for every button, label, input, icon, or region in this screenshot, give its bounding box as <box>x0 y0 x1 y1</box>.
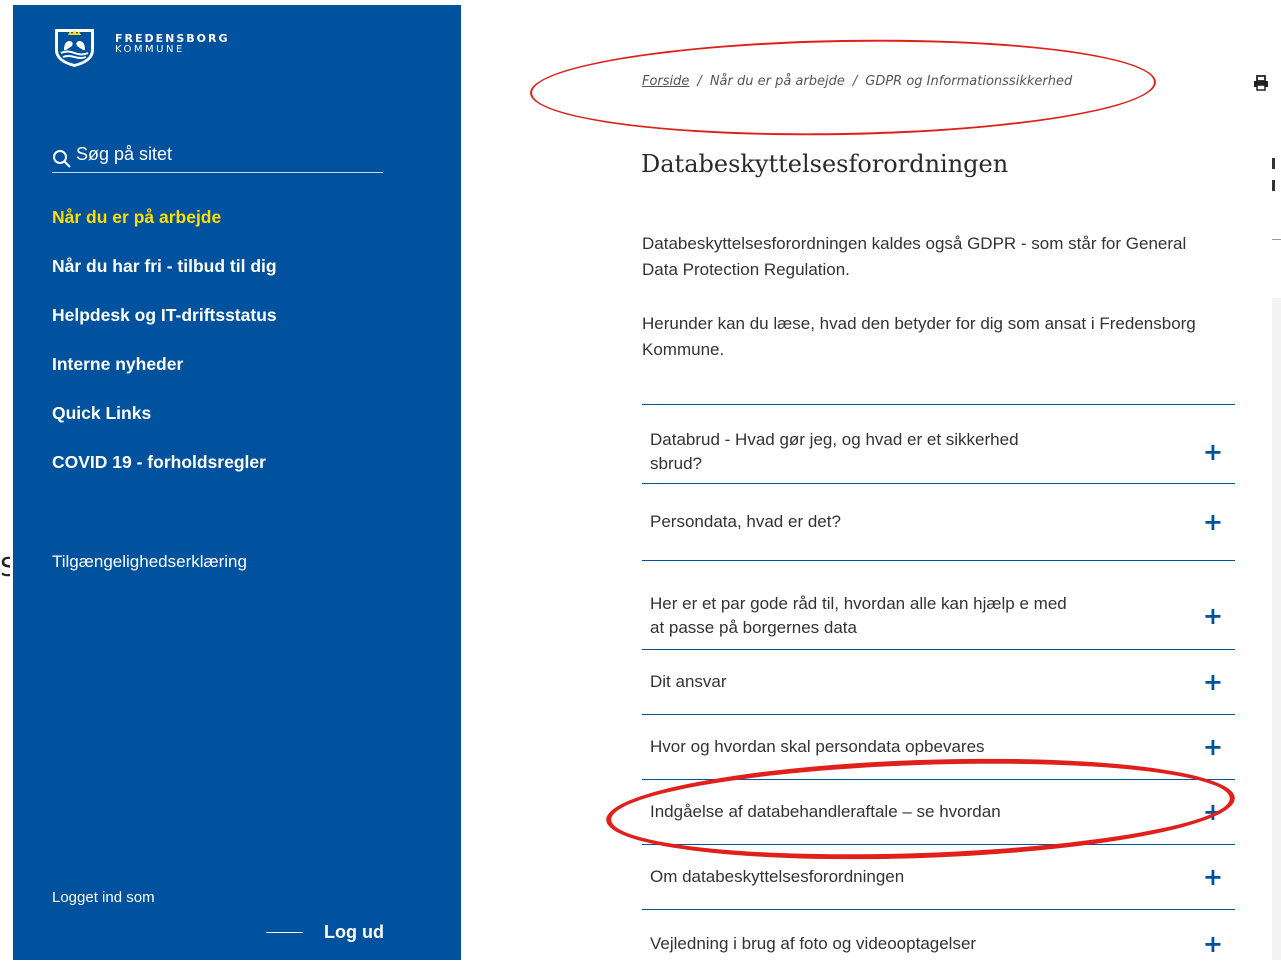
accordion-item[interactable]: Databrud - Hvad gør jeg, og hvad er et s… <box>642 405 1235 484</box>
accordion: Databrud - Hvad gør jeg, og hvad er et s… <box>642 404 1235 970</box>
accordion-item-label: Her er et par gode råd til, hvordan alle… <box>650 594 1067 637</box>
logo-text: FREDENSBORG KOMMUNE <box>115 33 230 55</box>
plus-icon[interactable]: + <box>1203 930 1223 958</box>
accessibility-link[interactable]: Tilgængelighedserklæring <box>52 552 247 572</box>
cropped-edge-glyph: S <box>0 553 10 583</box>
accordion-item[interactable]: Persondata, hvad er det? + <box>642 484 1235 561</box>
accordion-item[interactable]: Vejledning i brug af foto og videooptage… <box>642 910 1235 970</box>
logged-in-label: Logget ind som <box>52 889 155 906</box>
plus-icon[interactable]: + <box>1203 602 1223 630</box>
search-input[interactable]: Søg på sitet <box>52 143 383 173</box>
side-panel <box>1272 298 1281 960</box>
nav-item-helpdesk[interactable]: Helpdesk og IT-driftsstatus <box>52 301 277 350</box>
logout-button[interactable]: Log ud <box>266 922 384 943</box>
page-title: Databeskyttelsesforordningen <box>641 150 1009 178</box>
search-placeholder: Søg på sitet <box>76 143 173 164</box>
plus-icon[interactable]: + <box>1203 438 1223 466</box>
accordion-item[interactable]: Her er et par gode råd til, hvordan alle… <box>642 561 1235 650</box>
main-nav: Når du er på arbejde Når du har fri - ti… <box>52 203 277 497</box>
accordion-item-label: Vejledning i brug af foto og videooptage… <box>650 934 977 953</box>
cropped-text-mark <box>1272 180 1275 191</box>
accordion-item[interactable]: Dit ansvar + <box>642 650 1235 715</box>
divider <box>1272 239 1281 240</box>
crest-icon <box>55 29 94 67</box>
logout-label: Log ud <box>324 922 384 942</box>
sidebar: FREDENSBORG KOMMUNE Søg på sitet Når du … <box>13 5 461 960</box>
plus-icon[interactable]: + <box>1203 863 1223 891</box>
accordion-item-label: Hvor og hvordan skal persondata opbevare… <box>650 737 985 756</box>
plus-icon[interactable]: + <box>1203 668 1223 696</box>
accordion-item-label: Databrud - Hvad gør jeg, og hvad er et s… <box>650 430 1019 473</box>
logout-line-icon <box>266 932 303 933</box>
print-icon[interactable] <box>1253 75 1269 91</box>
right-panel-edge <box>1272 158 1281 960</box>
plus-icon[interactable]: + <box>1203 733 1223 761</box>
brand-subtitle: KOMMUNE <box>115 44 185 55</box>
intro-paragraph: Herunder kan du læse, hvad den betyder f… <box>642 314 1196 359</box>
nav-item-at-work[interactable]: Når du er på arbejde <box>52 203 277 252</box>
nav-item-internal-news[interactable]: Interne nyheder <box>52 350 277 399</box>
cropped-text-mark <box>1272 158 1275 169</box>
brand-name: FREDENSBORG <box>115 32 230 45</box>
nav-item-quick-links[interactable]: Quick Links <box>52 399 277 448</box>
search-icon <box>53 150 71 168</box>
accordion-item-label: Persondata, hvad er det? <box>650 512 841 531</box>
logo[interactable]: FREDENSBORG KOMMUNE <box>52 26 230 68</box>
annotation-oval-breadcrumb <box>529 34 1157 141</box>
accordion-item-label: Om databeskyttelsesforordningen <box>650 867 905 886</box>
plus-icon[interactable]: + <box>1203 508 1223 536</box>
accordion-item-label: Dit ansvar <box>650 672 727 691</box>
nav-item-covid[interactable]: COVID 19 - forholdsregler <box>52 448 277 497</box>
nav-item-off-work[interactable]: Når du har fri - tilbud til dig <box>52 252 277 301</box>
intro-paragraph: Databeskyttelsesforordningen kaldes også… <box>642 234 1187 279</box>
